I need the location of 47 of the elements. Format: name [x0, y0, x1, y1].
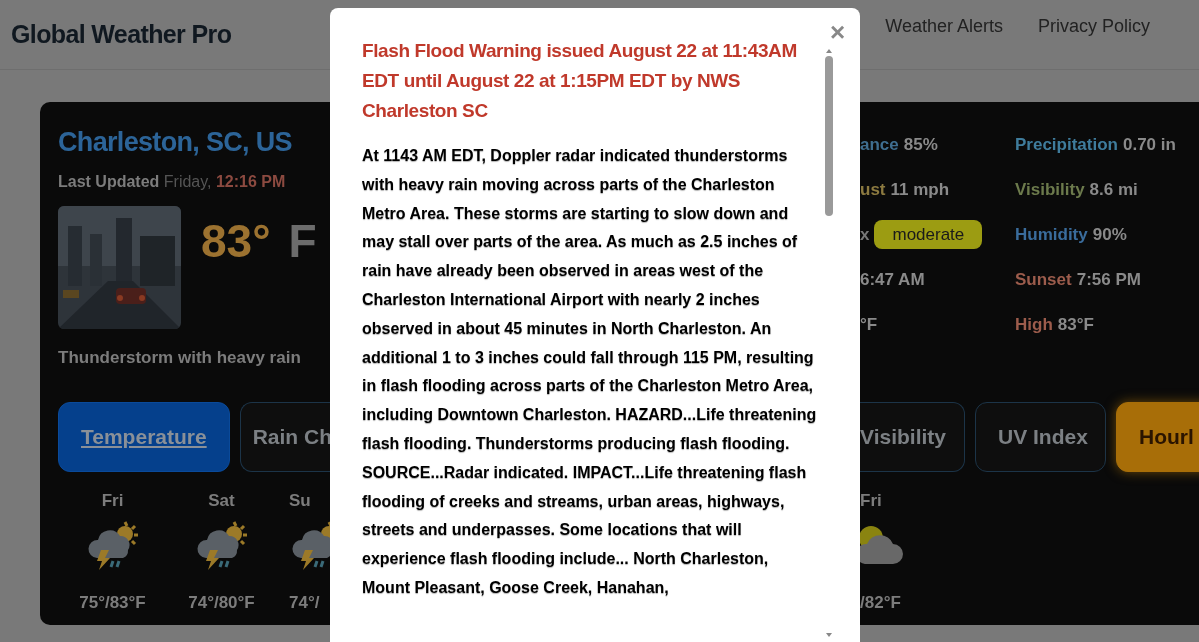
- stat-label: Humidity: [1015, 223, 1088, 246]
- stat-label: x: [860, 223, 870, 246]
- temperature-range: 75°/83°F: [79, 592, 146, 614]
- close-button[interactable]: ×: [830, 20, 846, 44]
- chart-tab[interactable]: UV Index: [975, 402, 1106, 472]
- stat-label: ust: [860, 178, 886, 201]
- chart-tab[interactable]: Hourl: [1116, 402, 1199, 472]
- stat-value: 6:47 AM: [860, 268, 925, 291]
- alert-title: Flash Flood Warning issued August 22 at 11:43AM EDT until August 22 at 1:15PM EDT by NWS Charleston SC: [362, 39, 798, 123]
- stat-value: 90%: [1092, 223, 1127, 246]
- stat-label: Precipitation: [1015, 133, 1118, 156]
- stat-label: High: [1015, 313, 1053, 336]
- scroll-down-icon[interactable]: [825, 632, 833, 638]
- stat-value: 8.6 mi: [1089, 178, 1138, 201]
- stat-label: Sunset: [1015, 268, 1072, 291]
- last-updated-text: Last Updated Friday, 12:16 PM: [58, 172, 287, 192]
- nav-link[interactable]: Weather Alerts: [885, 13, 1003, 40]
- unit-toggle[interactable]: F: [288, 207, 317, 276]
- stat-value: 7:56 PM: [1076, 268, 1141, 291]
- scrollbar-thumb[interactable]: [825, 56, 833, 216]
- day-label: Fri: [860, 490, 882, 512]
- stat-value: 11 mph: [890, 178, 950, 201]
- alert-description: At 1143 AM EDT, Doppler radar indicated thunderstorms with heavy rain moving across parts of the Charleston Metro Area. These storms are starting to slow down and may stall over parts of the area. As much as 2.5 inches of rain have already been observed in areas west of the Charleston International Airport with nearly 2 inches observed in about 45 minutes in North Charleston. An additional 1 to 3 inches could fall through 115 PM, resulting in flash flooding across parts of the Charleston Metro Area, including Downtown Charleston. HAZARD...Life threatening flash flooding. Thunderstorms producing flash flooding. SOURCE...Radar indicated. IMPACT...Life threatening flash flooding of creeks and streams, urban areas, highways, streets and underpasses. Some locations that will experience flash flooding include... North Charleston, Mount Pleasant, Goose Creek, Hanahan,: [362, 146, 818, 598]
- temperature-range: 74°/80°F: [188, 592, 255, 614]
- scroll-up-icon[interactable]: [825, 48, 833, 54]
- day-label: Sat: [208, 490, 235, 512]
- stat-value: 85%: [903, 133, 938, 156]
- nav-link[interactable]: Privacy Policy: [1037, 13, 1150, 40]
- stat-label: ance: [860, 133, 899, 156]
- site-logo-text[interactable]: Global Weather Pro: [11, 15, 232, 54]
- temperature-range: /82°F: [860, 592, 901, 614]
- location-title: Charleston, SC, US: [58, 126, 293, 159]
- thunderstorm-icon: [289, 520, 330, 570]
- scrollbar[interactable]: [824, 48, 834, 638]
- stat-value: 83°F: [1057, 313, 1094, 336]
- stat-value: °F: [860, 313, 878, 336]
- current-temperature: 83°: [201, 214, 271, 269]
- temperature-range: 74°/: [289, 592, 320, 614]
- chart-tab[interactable]: Visibility: [860, 402, 965, 472]
- day-label: Su: [289, 490, 311, 512]
- chart-tab[interactable]: Rain Ch: [239, 402, 330, 472]
- stat-label: Visibility: [1015, 178, 1085, 201]
- condition-text: Thunderstorm with heavy rain: [58, 347, 302, 369]
- stat-value: 0.70 in: [1122, 133, 1176, 156]
- uv-level-badge: moderate: [874, 220, 983, 249]
- chart-tab[interactable]: Temperature: [58, 402, 230, 472]
- day-label: Fri: [101, 490, 124, 512]
